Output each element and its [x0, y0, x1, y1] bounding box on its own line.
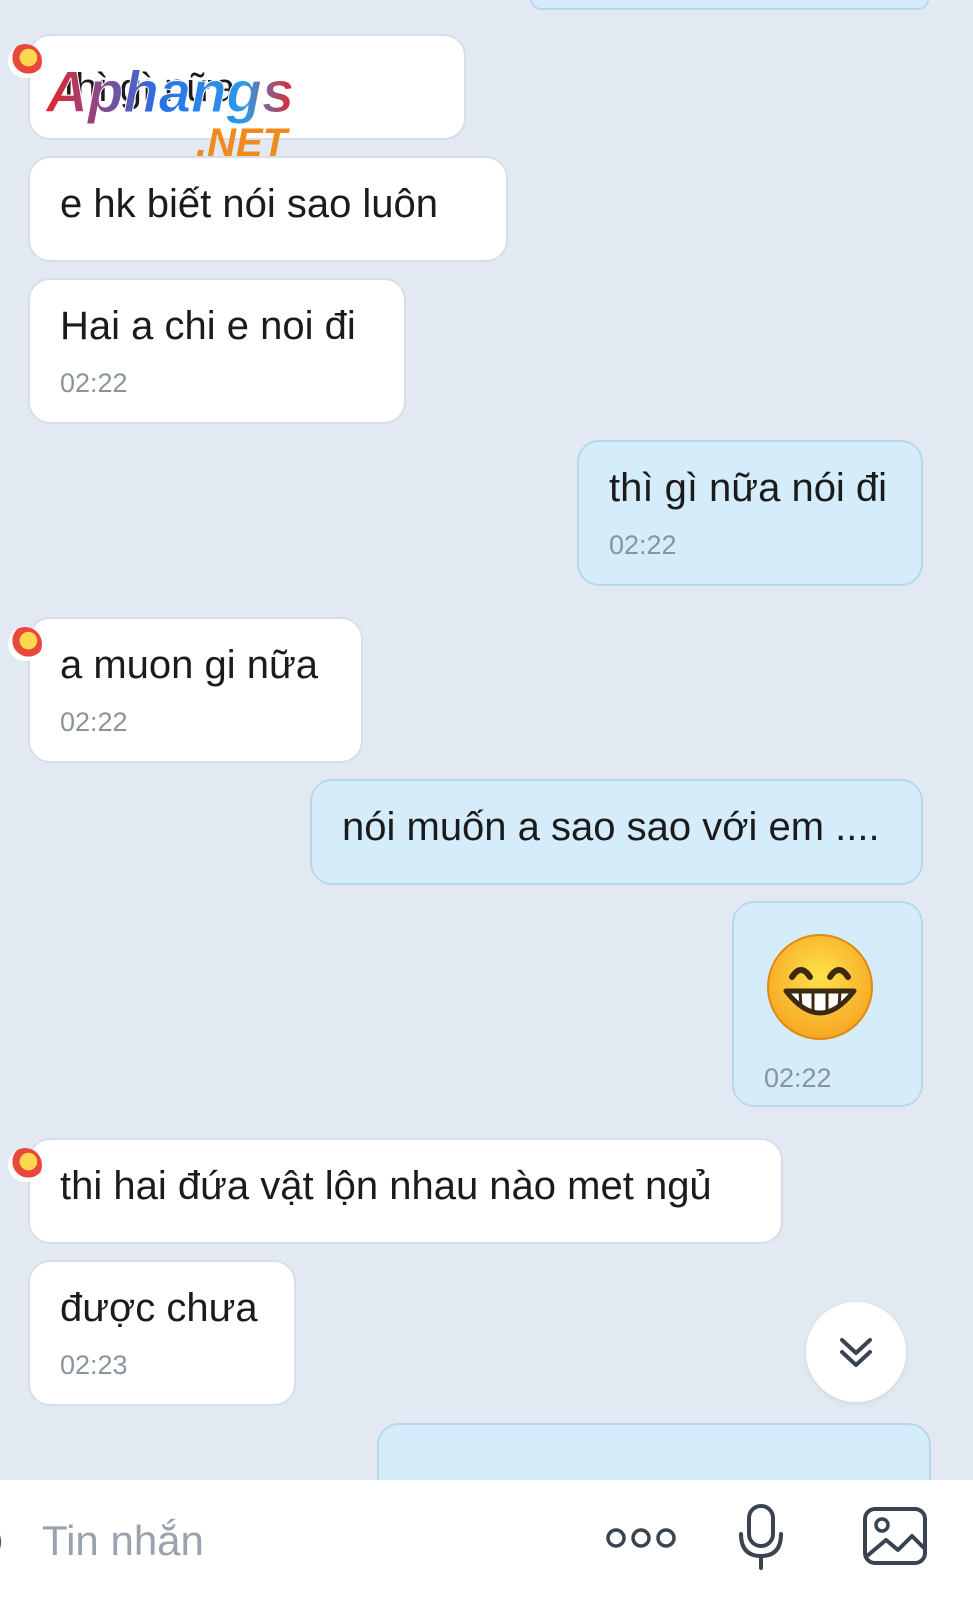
message-input-bar: [0, 1480, 973, 1600]
outgoing-message[interactable]: nói muốn a sao sao với em ....: [310, 779, 923, 885]
message-input-wrapper[interactable]: [0, 1480, 580, 1600]
chevron-double-down-icon: [840, 1338, 872, 1367]
incoming-message[interactable]: thi hai đứa vật lộn nhau nào met ngủ: [8, 1138, 783, 1244]
message-text: thì gì nữa nói đi: [609, 466, 888, 510]
message-text: được chưa: [60, 1286, 258, 1330]
image-icon[interactable]: [862, 1506, 928, 1566]
more-icon[interactable]: [606, 1508, 676, 1568]
message-text: a muon gi nữa: [60, 643, 319, 687]
sender-avatar[interactable]: [8, 1148, 42, 1182]
message-time: 02:23: [60, 1350, 128, 1380]
incoming-message[interactable]: được chưa 02:23: [28, 1260, 296, 1406]
message-time: 02:22: [764, 1063, 832, 1093]
outgoing-message[interactable]: thì gì nữa nói đi 02:22: [577, 440, 923, 586]
incoming-message[interactable]: thì gì nữa: [8, 34, 466, 140]
message-text: e hk biết nói sao luôn: [60, 182, 439, 226]
message-text: thì gì nữa: [64, 66, 236, 110]
message-text: Hai a chi e noi đi: [60, 304, 356, 348]
message-time: 02:22: [609, 530, 677, 560]
incoming-message[interactable]: a muon gi nữa 02:22: [8, 617, 363, 763]
message-input[interactable]: [40, 1510, 564, 1572]
outgoing-emoji-message[interactable]: 02:22: [732, 901, 923, 1107]
sender-avatar[interactable]: [8, 627, 42, 661]
microphone-icon[interactable]: [736, 1502, 786, 1572]
sticker-icon[interactable]: [0, 1514, 22, 1570]
scroll-to-bottom-button[interactable]: [806, 1302, 906, 1402]
message-text: nói muốn a sao sao với em ....: [342, 805, 880, 849]
grinning-face-emoji-icon: [767, 934, 873, 1040]
incoming-message[interactable]: Hai a chi e noi đi 02:22: [28, 278, 406, 424]
incoming-message[interactable]: e hk biết nói sao luôn: [28, 156, 508, 262]
message-text: thi hai đứa vật lộn nhau nào met ngủ: [60, 1164, 712, 1208]
previous-message-bubble-edge: [530, 0, 929, 10]
message-time: 02:22: [60, 707, 128, 737]
sender-avatar[interactable]: [8, 44, 42, 78]
message-time: 02:22: [60, 368, 128, 398]
